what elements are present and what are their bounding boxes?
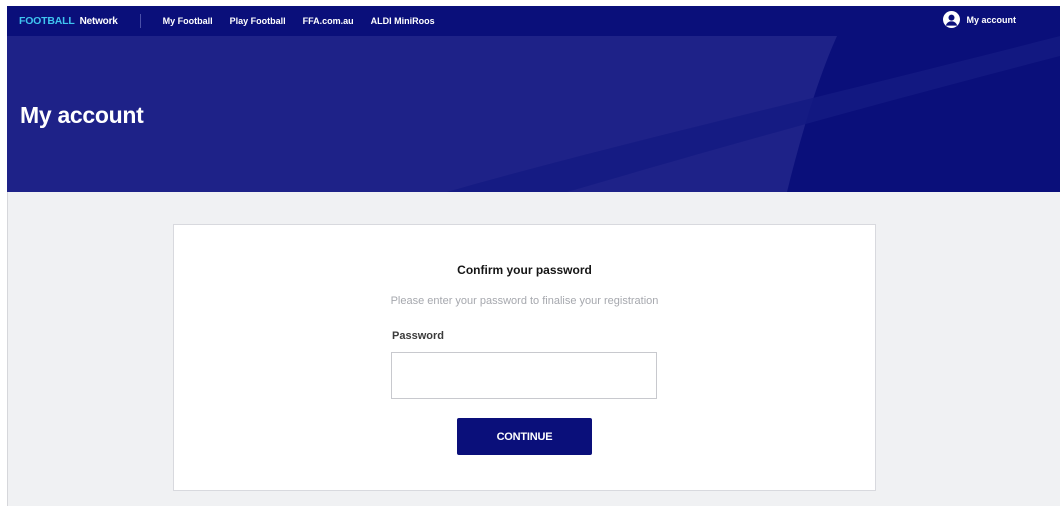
- password-input[interactable]: [391, 352, 657, 399]
- brand-network-text: Network: [79, 15, 118, 27]
- hero-background-shapes: [7, 36, 1060, 192]
- nav-link-ffa[interactable]: FFA.com.au: [303, 16, 354, 26]
- card-subtitle: Please enter your password to finalise y…: [390, 295, 659, 307]
- nav-link-my-football[interactable]: My Football: [163, 16, 213, 26]
- nav-link-aldi-miniroos[interactable]: ALDI MiniRoos: [371, 16, 435, 26]
- confirm-password-card: Confirm your password Please enter your …: [173, 224, 876, 491]
- hero-banner: My account: [7, 36, 1060, 192]
- user-circle-icon: [943, 11, 961, 28]
- card-title: Confirm your password: [457, 263, 592, 277]
- password-label: Password: [392, 330, 444, 342]
- nav-link-play-football[interactable]: Play Football: [230, 16, 286, 26]
- football-network-logo[interactable]: FOOTBALL Network: [19, 15, 118, 27]
- my-account-menu[interactable]: My account: [943, 11, 1016, 28]
- my-account-label: My account: [966, 14, 1016, 25]
- brand-football-text: FOOTBALL: [19, 15, 75, 27]
- continue-button[interactable]: CONTINUE: [457, 418, 592, 455]
- nav-links: My Football Play Football FFA.com.au ALD…: [163, 16, 435, 26]
- nav-divider: [139, 14, 141, 28]
- page-frame: FOOTBALL Network My Football Play Footba…: [7, 6, 1060, 506]
- page-title: My account: [20, 102, 144, 128]
- top-navigation-bar: FOOTBALL Network My Football Play Footba…: [7, 6, 1060, 36]
- left-border-line: [7, 192, 8, 506]
